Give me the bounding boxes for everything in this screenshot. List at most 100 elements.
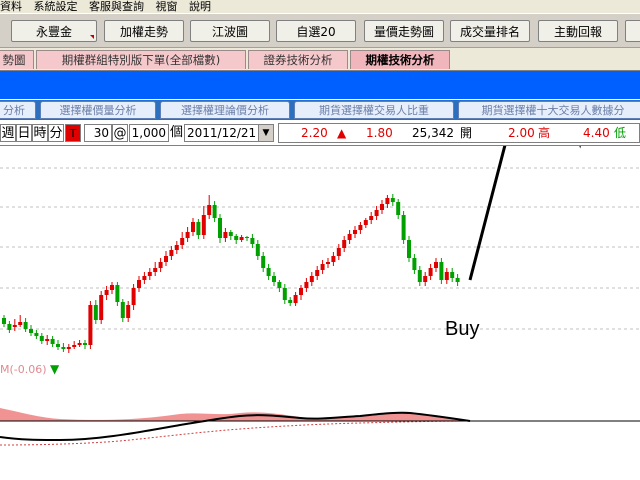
candle-body xyxy=(191,222,195,232)
toolbar-button-jiangbo[interactable]: 江波圖 xyxy=(190,20,270,42)
candle-body xyxy=(369,216,374,220)
candle-body xyxy=(277,282,282,288)
menu-item-service[interactable]: 客服與查詢 xyxy=(89,0,144,13)
candle-body xyxy=(390,198,395,202)
candle-body xyxy=(320,264,325,270)
candle-body xyxy=(380,204,384,210)
candle-body xyxy=(336,248,341,256)
open-value: 2.00 xyxy=(508,126,535,140)
candle-body xyxy=(39,336,44,341)
candle-body xyxy=(29,329,33,333)
period-hour-button[interactable]: 時 xyxy=(32,124,48,142)
candle-body xyxy=(110,285,114,290)
candle-body xyxy=(83,343,87,345)
candle-body xyxy=(293,295,298,303)
up-arrow-icon: ▲ xyxy=(337,126,347,140)
candle-body xyxy=(282,288,287,300)
candle-body xyxy=(131,288,136,305)
candle-body xyxy=(417,270,422,282)
candle-body xyxy=(169,250,174,256)
tab-stock-technical[interactable]: 證券技術分析 xyxy=(248,50,348,69)
candle-body xyxy=(309,276,314,282)
corner-mark-icon xyxy=(90,35,94,39)
candle-body xyxy=(234,236,239,240)
candle-body xyxy=(407,240,411,258)
candle-body xyxy=(299,288,303,295)
subtab-option-theoretical[interactable]: 選擇權理論價分析 xyxy=(160,101,290,119)
drawn-trend-line xyxy=(468,146,581,281)
candle-body xyxy=(61,347,66,349)
candle-body xyxy=(444,272,449,280)
candle-body xyxy=(385,198,390,204)
candle-body xyxy=(180,238,185,245)
candle-body xyxy=(196,222,201,235)
candle-body xyxy=(45,339,50,341)
subtab-analysis[interactable]: 分析 xyxy=(0,101,36,119)
tab-option-technical[interactable]: 期權技術分析 xyxy=(350,50,450,69)
toolbar-button-volume-rank[interactable]: 成交量排名 xyxy=(450,20,530,42)
toolbar-button-index-trend[interactable]: 加權走勢 xyxy=(104,20,184,42)
date-value: 2011/12/21 xyxy=(187,126,257,140)
tick-button[interactable]: T xyxy=(65,124,81,142)
subtab-option-volume[interactable]: 選擇權價量分析 xyxy=(40,101,156,119)
subtab-top10-traders[interactable]: 期貨選擇權十大交易人數據分 xyxy=(458,101,640,119)
menu-item-data[interactable]: 資料 xyxy=(0,0,22,13)
candle-body xyxy=(288,300,293,303)
candle-body xyxy=(207,205,212,215)
candle-body xyxy=(72,345,77,347)
change-percent-value: 1.80 xyxy=(366,126,393,140)
candle-body xyxy=(104,290,109,295)
candle-body xyxy=(315,270,320,276)
period-week-button[interactable]: 週 xyxy=(0,124,16,142)
indicator-label: M(-0.06) ▼ xyxy=(0,362,59,376)
candle-body xyxy=(353,230,357,234)
candle-body xyxy=(250,238,255,244)
tab-option-group-order[interactable]: 期權群組特別版下單(全部檔數) xyxy=(36,50,246,69)
period-minute-button[interactable]: 分 xyxy=(48,124,64,142)
candle-body xyxy=(50,339,55,344)
toolbar-button-volume-price[interactable]: 量價走勢圖 xyxy=(364,20,444,42)
candle-body xyxy=(66,347,71,349)
indicator-value: M(-0.06) xyxy=(0,363,47,376)
menu-item-help[interactable]: 說明 xyxy=(189,0,211,13)
candle-body xyxy=(374,210,379,216)
candle-body xyxy=(7,324,12,330)
candle-body xyxy=(223,232,228,238)
toolbar-button-more[interactable] xyxy=(625,20,640,42)
unit-label: 個 xyxy=(170,125,184,140)
candle-body xyxy=(120,302,125,318)
chevron-down-icon[interactable]: ▼ xyxy=(258,125,273,141)
toolbar: 永豐金 加權走勢 江波圖 自選20 量價走勢圖 成交量排名 主動回報 xyxy=(0,14,640,48)
candle-body xyxy=(174,245,179,250)
candle-body xyxy=(358,225,363,230)
candle-body xyxy=(255,244,260,256)
period-day-button[interactable]: 日 xyxy=(16,124,32,142)
candle-body xyxy=(185,232,190,238)
candle-body xyxy=(93,305,98,320)
quantity-input[interactable]: 1,000 xyxy=(129,124,169,142)
menu-item-settings[interactable]: 系統設定 xyxy=(34,0,78,13)
toolbar-button-watchlist20[interactable]: 自選20 xyxy=(276,20,356,42)
candle-body xyxy=(272,276,276,282)
macd-histogram xyxy=(0,408,470,421)
high-value: 4.40 xyxy=(583,126,610,140)
candle-body xyxy=(212,205,217,218)
candle-body xyxy=(347,234,352,240)
candle-body xyxy=(34,333,39,336)
menu-item-window[interactable]: 視窗 xyxy=(156,0,178,13)
tab-chart[interactable]: 勢圖 xyxy=(0,50,34,69)
volume-value: 25,342 xyxy=(412,126,454,140)
candle-body xyxy=(266,268,271,276)
candle-body xyxy=(412,258,417,270)
subtab-trader-ratio[interactable]: 期貨選擇權交易人比重 xyxy=(294,101,454,119)
candle-body xyxy=(77,343,82,345)
candle-body xyxy=(434,262,438,268)
toolbar-button-yongfengjin[interactable]: 永豐金 xyxy=(11,20,97,42)
count-input[interactable]: 30 xyxy=(84,124,112,142)
candle-body xyxy=(342,240,347,248)
candle-body xyxy=(331,256,336,262)
candle-body xyxy=(428,268,433,276)
at-button[interactable]: @ xyxy=(112,124,128,142)
date-select[interactable]: 2011/12/21 ▼ xyxy=(184,124,274,142)
toolbar-button-order-report[interactable]: 主動回報 xyxy=(538,20,618,42)
